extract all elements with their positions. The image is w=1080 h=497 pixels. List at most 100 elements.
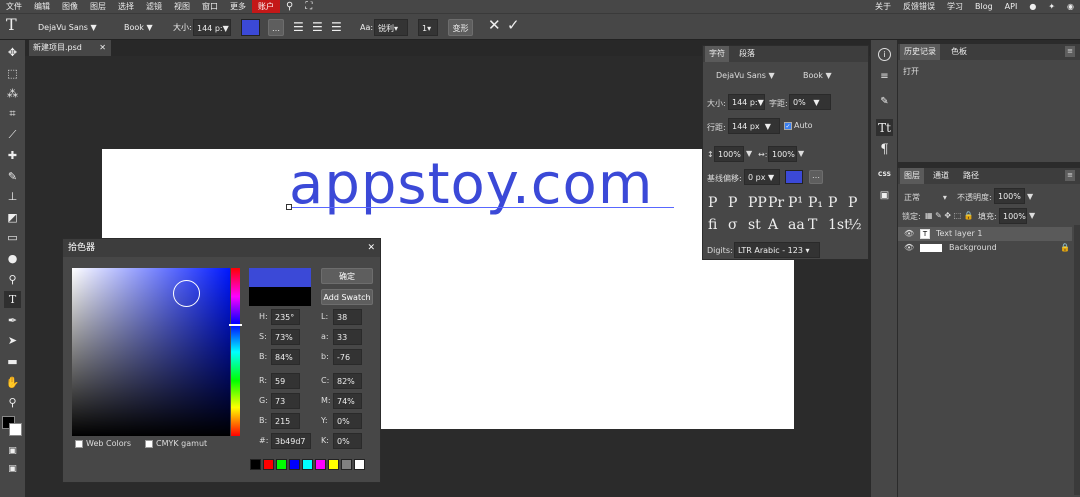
search-icon[interactable]: ⚲ — [280, 0, 299, 13]
opentype-feature-button[interactable]: P — [728, 195, 737, 211]
adjustments-icon[interactable]: ≡ — [876, 68, 893, 85]
preset-swatch[interactable] — [289, 459, 300, 470]
menu-right-link[interactable]: 学习 — [941, 0, 969, 13]
picker-field-input[interactable]: 59 — [271, 373, 300, 389]
picker-field-input[interactable]: 82% — [333, 373, 362, 389]
layer-row[interactable]: 👁 Background 🔒 — [898, 241, 1072, 255]
cmyk-gamut-checkbox[interactable] — [145, 440, 153, 448]
visibility-eye-icon[interactable]: 👁 — [904, 243, 914, 252]
fullscreen-icon[interactable]: ⛶ — [299, 0, 318, 13]
baseline-input[interactable]: 0 px ▼ — [744, 169, 780, 185]
preset-swatch[interactable] — [315, 459, 326, 470]
preset-swatch[interactable] — [328, 459, 339, 470]
move-tool-icon[interactable]: ✥ — [4, 44, 21, 61]
history-menu-icon[interactable]: ≡ — [1065, 46, 1075, 57]
text-anchor-handle[interactable] — [286, 204, 292, 210]
opentype-feature-button[interactable]: ½ — [848, 217, 862, 233]
hue-slider-handle[interactable] — [229, 324, 242, 326]
character-panel-icon[interactable]: Tt — [876, 119, 893, 136]
hue-slider[interactable] — [231, 268, 240, 436]
menu-right-link[interactable]: 关于 — [869, 0, 897, 13]
preset-swatch[interactable] — [250, 459, 261, 470]
commit-icon[interactable]: ✓ — [507, 17, 520, 34]
opentype-feature-button[interactable]: PP — [748, 195, 767, 211]
preset-swatch[interactable] — [354, 459, 365, 470]
picker-field-input[interactable]: 73 — [271, 393, 300, 409]
menu-item[interactable]: 窗口 — [196, 0, 224, 13]
layer-row[interactable]: 👁 T Text layer 1 — [898, 227, 1072, 241]
picker-field-input[interactable]: 84% — [271, 349, 300, 365]
menu-item[interactable]: 视图 — [168, 0, 196, 13]
add-swatch-button[interactable]: Add Swatch — [321, 289, 373, 305]
picker-field-input[interactable]: 73% — [271, 329, 300, 345]
brush-settings-icon[interactable]: ✎ — [876, 93, 893, 110]
hand-tool-icon[interactable]: ✋ — [4, 374, 21, 391]
char-style-select[interactable]: Book ▼ — [803, 71, 832, 80]
blur-tool-icon[interactable]: ● — [4, 250, 21, 267]
opentype-feature-button[interactable]: st — [748, 217, 761, 233]
picker-field-input[interactable]: 235° — [271, 309, 300, 325]
menu-right-link[interactable]: API — [999, 0, 1024, 13]
number-select[interactable]: 1▾ — [418, 19, 438, 36]
history-item[interactable]: 打开 — [903, 66, 919, 77]
picker-field-input[interactable]: 0% — [333, 433, 362, 449]
tab-paragraph[interactable]: 段落 — [735, 46, 759, 62]
gradient-tool-icon[interactable]: ▭ — [4, 229, 21, 246]
opentype-feature-button[interactable]: P₁ — [808, 195, 823, 211]
tracking-input[interactable]: 0% ▼ — [789, 94, 831, 110]
opentype-feature-button[interactable]: Pr — [768, 195, 784, 211]
char-color-swatch[interactable] — [785, 170, 803, 184]
menu-account[interactable]: 账户 — [252, 0, 280, 13]
opentype-feature-button[interactable]: P¹ — [788, 195, 803, 211]
preset-swatch[interactable] — [263, 459, 274, 470]
background-color[interactable] — [9, 423, 22, 436]
web-colors-checkbox[interactable] — [75, 440, 83, 448]
type-tool-icon[interactable]: T — [4, 291, 21, 309]
cancel-icon[interactable]: ✕ — [488, 17, 501, 34]
align-center-icon[interactable]: ☰ — [312, 19, 323, 36]
brush-tool-icon[interactable]: ✎ — [4, 168, 21, 185]
css-icon[interactable]: CSS — [876, 166, 893, 183]
font-family-select[interactable]: DejaVu Sans ▼ — [38, 19, 97, 36]
transform-button[interactable]: 变形 — [448, 19, 473, 36]
paragraph-panel-icon[interactable]: ¶ — [876, 141, 893, 158]
text-color-swatch[interactable] — [241, 19, 260, 36]
marquee-tool-icon[interactable]: ⬚ — [4, 65, 21, 82]
opentype-feature-button[interactable]: P — [848, 195, 857, 211]
ok-button[interactable]: 确定 — [321, 268, 373, 284]
menu-right-link[interactable]: Blog — [969, 0, 999, 13]
hscale-dropdown-icon[interactable]: ▼ — [798, 149, 804, 158]
opentype-feature-button[interactable]: 1st — [828, 217, 850, 233]
picker-field-input[interactable]: 0% — [333, 413, 362, 429]
preset-swatch[interactable] — [276, 459, 287, 470]
blend-mode-select[interactable]: 正常 ▾ — [904, 192, 947, 203]
align-right-icon[interactable]: ☰ — [331, 19, 342, 36]
menu-item[interactable]: 编辑 — [28, 0, 56, 13]
menu-item[interactable]: 更多 — [224, 0, 252, 13]
picker-field-input[interactable]: 38 — [333, 309, 362, 325]
menu-item[interactable]: 图像 — [56, 0, 84, 13]
opentype-feature-button[interactable]: σ — [728, 217, 738, 233]
dodge-tool-icon[interactable]: ⚲ — [4, 271, 21, 288]
menu-right-link[interactable]: 反馈错误 — [897, 0, 941, 13]
tab-swatches[interactable]: 色板 — [947, 44, 971, 60]
visibility-eye-icon[interactable]: 👁 — [904, 229, 914, 238]
reddit-icon[interactable]: ● — [1023, 0, 1042, 13]
opentype-feature-button[interactable]: A — [768, 217, 778, 233]
close-tab-icon[interactable]: ✕ — [99, 40, 106, 56]
align-left-icon[interactable]: ☰ — [293, 19, 304, 36]
preset-swatch[interactable] — [341, 459, 352, 470]
hex-input[interactable]: 3b49d7 — [271, 433, 311, 449]
lock-icons[interactable]: ▦ ✎ ✥ ⬚ 🔒 — [925, 211, 974, 220]
picker-field-input[interactable]: 33 — [333, 329, 362, 345]
quick-mask-icon[interactable]: ▣ — [4, 442, 21, 459]
menu-item[interactable]: 选择 — [112, 0, 140, 13]
tab-history[interactable]: 历史记录 — [900, 44, 940, 60]
opentype-feature-button[interactable]: P — [708, 195, 717, 211]
opacity-input[interactable]: 100% — [994, 188, 1025, 204]
crop-tool-icon[interactable]: ⌗ — [4, 106, 21, 123]
menu-item[interactable]: 滤镜 — [140, 0, 168, 13]
menu-item[interactable]: 图层 — [84, 0, 112, 13]
opentype-feature-button[interactable]: T — [808, 217, 817, 233]
eraser-tool-icon[interactable]: ◩ — [4, 209, 21, 226]
